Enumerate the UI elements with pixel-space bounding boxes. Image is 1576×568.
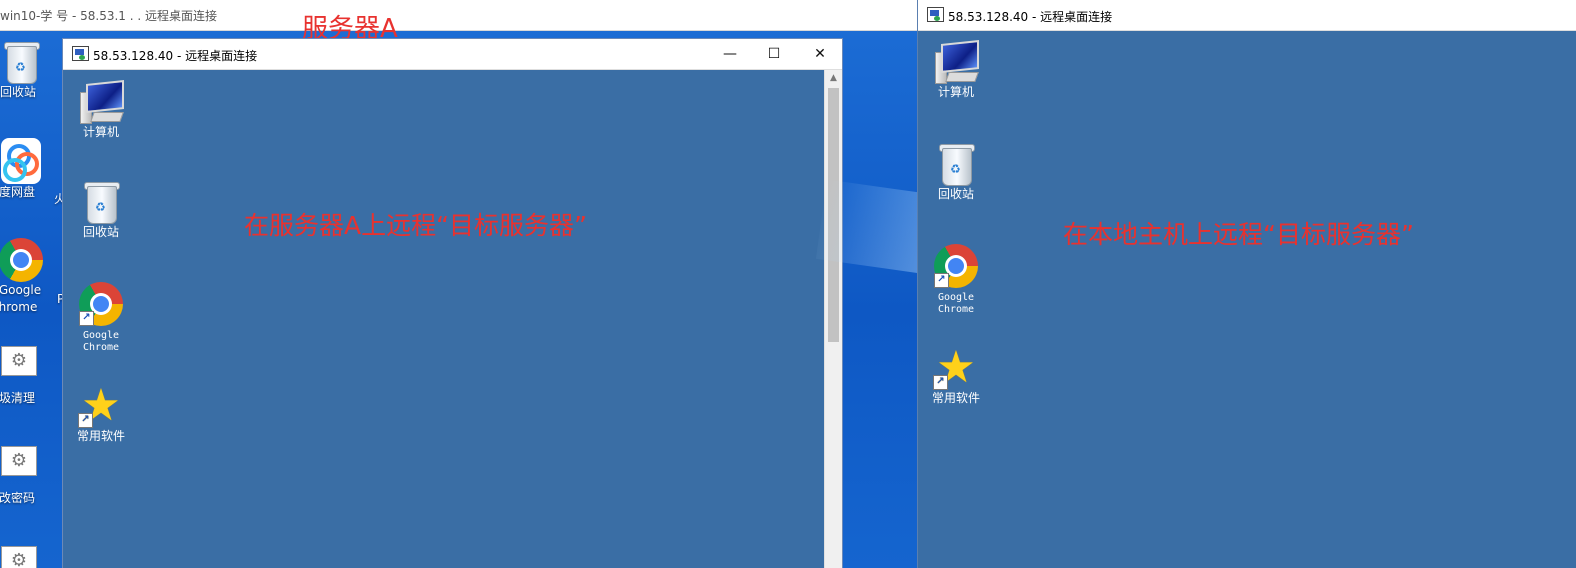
host-icon-cleanup[interactable]: ⚙ 圾清理 bbox=[0, 346, 54, 407]
recycle-bin-icon: ♻ bbox=[4, 40, 40, 84]
icon-label-line2: Chrome bbox=[937, 304, 975, 315]
host-icon-partial[interactable]: ⚙ bbox=[0, 546, 54, 568]
star-icon: ★ ↗ bbox=[78, 384, 124, 428]
host-icon-baidu-netdisk[interactable]: 度网盘 bbox=[0, 138, 54, 201]
shortcut-arrow-icon: ↗ bbox=[78, 413, 93, 428]
minimize-button[interactable]: — bbox=[707, 39, 753, 69]
rdp-b-icon-recycle-bin[interactable]: ♻ 回收站 bbox=[916, 142, 996, 202]
rdp-a-icon-common-software[interactable]: ★ ↗ 常用软件 bbox=[61, 384, 141, 444]
baidu-netdisk-icon bbox=[1, 138, 41, 184]
rdp-b-icon-chrome[interactable]: ↗ Google Chrome bbox=[916, 244, 996, 316]
rdp-window-server-a[interactable]: 58.53.128.40 - 远程桌面连接 — ☐ ✕ 计算机 ♻ 回收站 ↗ … bbox=[62, 38, 843, 568]
icon-label: 回收站 bbox=[0, 85, 36, 99]
icon-label: 回收站 bbox=[82, 225, 119, 239]
chrome-icon bbox=[0, 238, 43, 282]
icon-label-line2: Chrome bbox=[82, 342, 120, 353]
rdp-window-local[interactable]: 58.53.128.40 - 远程桌面连接 计算机 ♻ 回收站 ↗ Google… bbox=[917, 0, 1576, 568]
rdp-a-titlebar[interactable]: 58.53.128.40 - 远程桌面连接 — ☐ ✕ bbox=[63, 39, 842, 70]
rdp-a-icon-computer[interactable]: 计算机 bbox=[61, 80, 141, 140]
recycle-bin-icon: ♻ bbox=[939, 142, 975, 186]
host-desktop: win10-学 号 - 58.53.1 . . 远程桌面连接 服务器A ♻ 回收… bbox=[0, 0, 918, 568]
shortcut-arrow-icon: ↗ bbox=[933, 375, 948, 390]
remote-desktop-icon bbox=[927, 7, 944, 22]
computer-icon bbox=[933, 40, 979, 84]
icon-label-line1: Google bbox=[937, 292, 975, 303]
rdp-b-titlebar[interactable]: 58.53.128.40 - 远程桌面连接 bbox=[918, 0, 1576, 31]
rdp-b-icon-computer[interactable]: 计算机 bbox=[916, 40, 996, 100]
host-window-title: win10-学 号 - 58.53.1 . . 远程桌面连接 bbox=[0, 9, 218, 23]
icon-label-line1: Google bbox=[82, 330, 120, 341]
annotation-remote-from-server-a: 在服务器A上远程“目标服务器” bbox=[244, 211, 588, 240]
rdp-a-remote-desktop: 计算机 ♻ 回收站 ↗ Google Chrome ★ ↗ 常用软件 在服务器A上… bbox=[63, 70, 825, 568]
rdp-b-title: 58.53.128.40 - 远程桌面连接 bbox=[948, 10, 1113, 24]
rdp-b-icon-common-software[interactable]: ★ ↗ 常用软件 bbox=[916, 346, 996, 406]
annotation-remote-from-local: 在本地主机上远程“目标服务器” bbox=[1063, 220, 1414, 249]
host-rdp-titlebar[interactable]: win10-学 号 - 58.53.1 . . 远程桌面连接 bbox=[0, 0, 918, 31]
star-icon: ★ ↗ bbox=[933, 346, 979, 390]
gear-icon: ⚙ bbox=[1, 546, 37, 568]
host-icon-chrome[interactable]: Google hrome bbox=[0, 238, 48, 316]
host-icon-change-password[interactable]: ⚙ 改密码 bbox=[0, 446, 54, 507]
computer-icon bbox=[78, 80, 124, 124]
recycle-bin-icon: ♻ bbox=[84, 180, 120, 224]
rdp-a-vertical-scrollbar[interactable]: ▲ bbox=[824, 70, 842, 568]
shortcut-arrow-icon: ↗ bbox=[79, 311, 94, 326]
rdp-a-icon-chrome[interactable]: ↗ Google Chrome bbox=[61, 282, 141, 354]
rdp-a-title: 58.53.128.40 - 远程桌面连接 bbox=[93, 49, 258, 63]
icon-label: 回收站 bbox=[937, 187, 974, 201]
gear-icon: ⚙ bbox=[1, 446, 37, 476]
scroll-up-arrow-icon[interactable]: ▲ bbox=[825, 70, 842, 87]
icon-label: 圾清理 bbox=[0, 391, 35, 405]
icon-label: 计算机 bbox=[937, 85, 974, 99]
gear-icon: ⚙ bbox=[1, 346, 37, 376]
chrome-icon: ↗ bbox=[934, 244, 978, 288]
icon-label: 改密码 bbox=[0, 491, 35, 505]
icon-label: 计算机 bbox=[82, 125, 119, 139]
close-button[interactable]: ✕ bbox=[797, 39, 843, 69]
scroll-thumb[interactable] bbox=[828, 88, 839, 342]
rdp-a-icon-recycle-bin[interactable]: ♻ 回收站 bbox=[61, 180, 141, 240]
icon-label-line2: hrome bbox=[0, 300, 38, 314]
maximize-button[interactable]: ☐ bbox=[751, 39, 797, 69]
chrome-icon: ↗ bbox=[79, 282, 123, 326]
remote-desktop-icon bbox=[72, 46, 89, 61]
host-icon-recycle-bin[interactable]: ♻ 回收站 bbox=[0, 40, 48, 101]
icon-label: 度网盘 bbox=[0, 185, 35, 199]
shortcut-arrow-icon: ↗ bbox=[934, 273, 949, 288]
icon-label-line1: Google bbox=[0, 283, 42, 297]
